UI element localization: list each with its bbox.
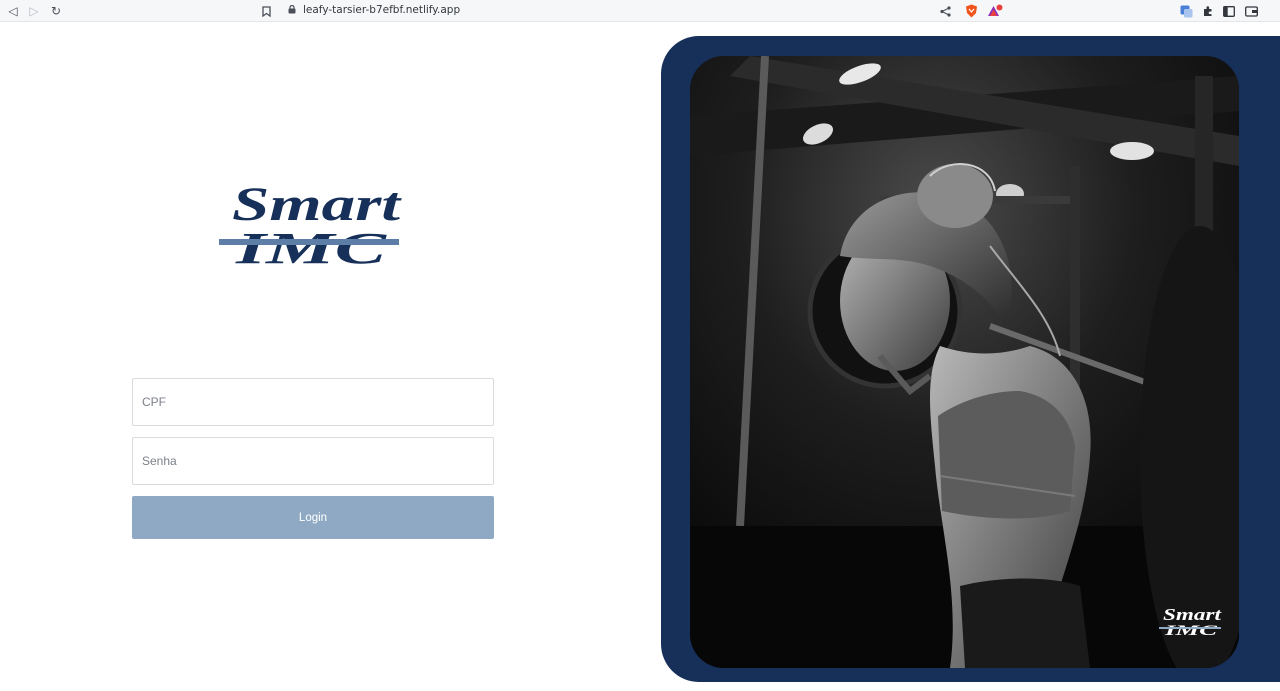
- watermark-logo: Smart IMC: [1159, 605, 1223, 638]
- browser-toolbar: ◁ ▷ ↻ leafy-tarsier-b7efbf.netlify.app: [0, 0, 1280, 22]
- wallet-icon[interactable]: [1243, 3, 1259, 19]
- athlete-photo: [690, 56, 1239, 668]
- back-icon[interactable]: ◁: [5, 3, 21, 19]
- svg-text:IMC: IMC: [234, 224, 387, 268]
- share-icon[interactable]: [937, 3, 953, 19]
- sidebar-icon[interactable]: [1221, 3, 1237, 19]
- brave-rewards-icon[interactable]: [987, 3, 1003, 19]
- forward-icon[interactable]: ▷: [26, 3, 42, 19]
- translate-icon[interactable]: [1178, 3, 1194, 19]
- password-input[interactable]: [132, 437, 494, 485]
- lock-icon: [288, 5, 296, 14]
- login-button[interactable]: Login: [132, 496, 494, 539]
- reload-icon[interactable]: ↻: [48, 3, 64, 19]
- extensions-icon[interactable]: [1200, 3, 1216, 19]
- cpf-input[interactable]: [132, 378, 494, 426]
- brave-shield-icon[interactable]: [963, 3, 979, 19]
- svg-text:IMC: IMC: [1163, 623, 1219, 638]
- svg-text:Smart: Smart: [1163, 605, 1223, 624]
- bookmark-icon[interactable]: [258, 3, 274, 19]
- url-text[interactable]: leafy-tarsier-b7efbf.netlify.app: [303, 4, 460, 16]
- smart-imc-logo: Smart IMC: [219, 178, 402, 268]
